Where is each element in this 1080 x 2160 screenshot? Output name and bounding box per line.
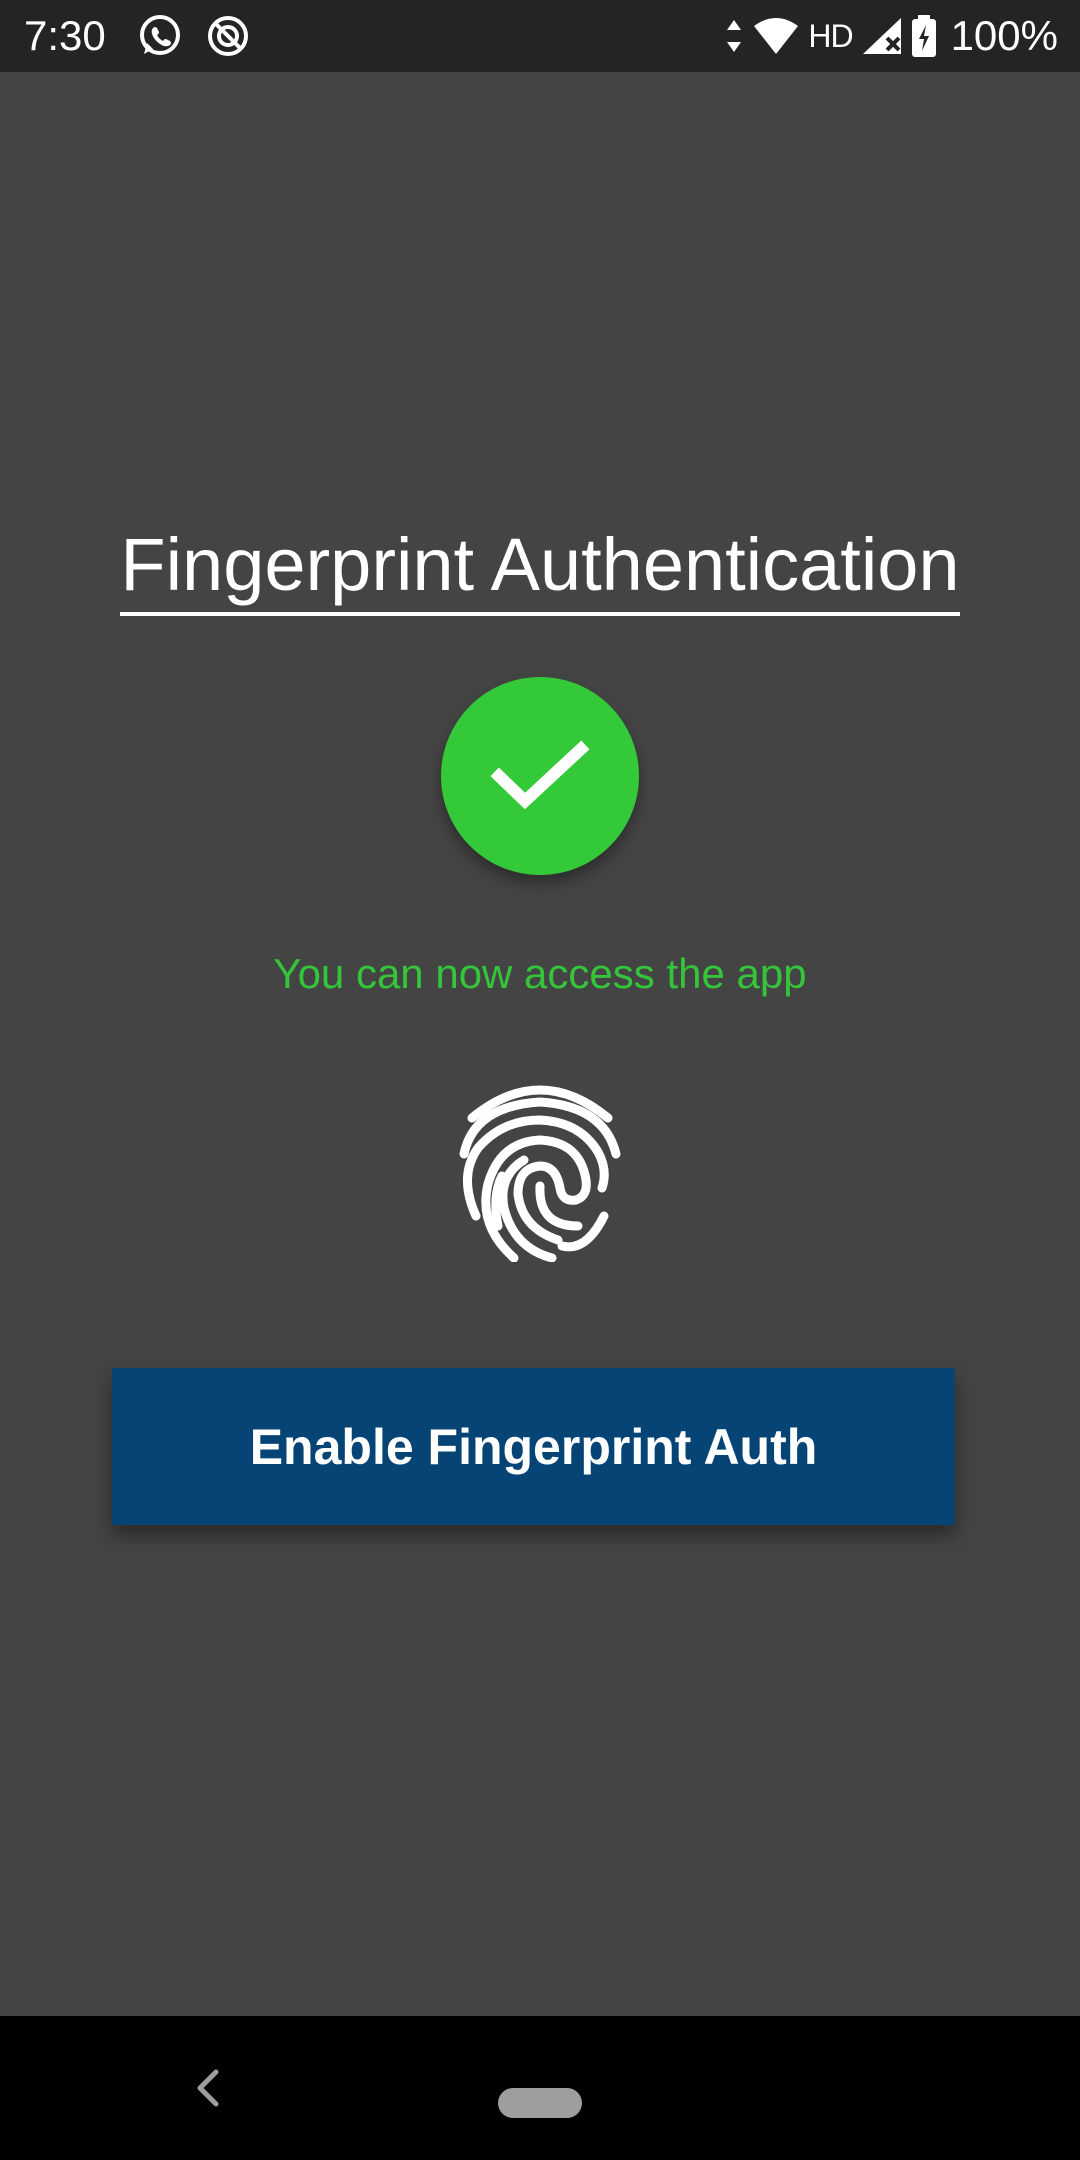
battery-charging-icon	[911, 15, 936, 57]
page-title: Fingerprint Authentication	[120, 520, 960, 616]
page-title-container: Fingerprint Authentication	[0, 520, 1080, 616]
screen: 7:30 HD 100% Fingerprint Authentication …	[0, 0, 1080, 2160]
wifi-icon	[754, 18, 799, 54]
sync-off-icon	[208, 16, 248, 56]
check-icon	[490, 740, 590, 810]
navigation-bar	[0, 2016, 1080, 2160]
battery-percent: 100%	[950, 12, 1058, 59]
data-arrows-icon	[727, 20, 742, 52]
status-bar: 7:30 HD 100%	[0, 0, 1080, 72]
whatsapp-icon	[140, 15, 180, 55]
enable-fingerprint-auth-button[interactable]: Enable Fingerprint Auth	[112, 1368, 955, 1525]
status-time: 7:30	[24, 12, 106, 59]
back-chevron-icon[interactable]	[190, 2068, 226, 2108]
success-message: You can now access the app	[273, 950, 807, 997]
signal-icon	[862, 18, 901, 54]
home-pill-icon[interactable]	[498, 2088, 582, 2118]
fingerprint-icon[interactable]	[454, 1076, 626, 1262]
network-label: HD	[808, 17, 853, 54]
status-right-icons: HD 100%	[724, 8, 1058, 64]
success-indicator	[441, 677, 639, 875]
